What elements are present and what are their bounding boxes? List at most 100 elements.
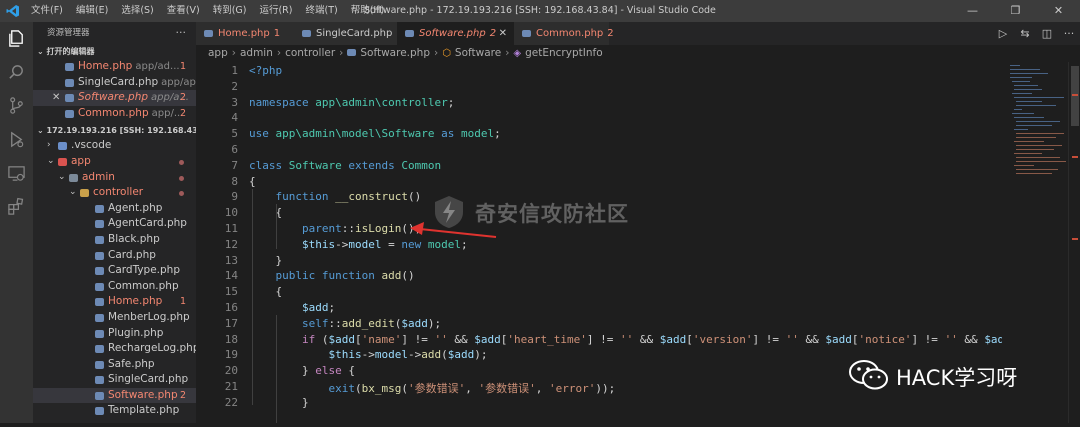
code-token: && [957, 332, 985, 346]
breadcrumb-item[interactable]: controller [285, 47, 335, 59]
folder-icon [58, 157, 67, 166]
breadcrumb-item[interactable]: app [208, 47, 228, 59]
line-number: 3 [231, 95, 238, 109]
file-item[interactable]: AgentCard.php [33, 216, 196, 232]
menu-item[interactable]: 查看(V) [167, 0, 200, 22]
breadcrumb-item[interactable]: admin [240, 47, 273, 59]
problem-count-badge: 2 [179, 92, 186, 104]
file-item[interactable]: SingleCard.php [33, 372, 196, 388]
more-actions-icon[interactable]: ··· [176, 22, 187, 44]
file-item[interactable]: Agent.php [33, 201, 196, 217]
breadcrumb-item[interactable]: Software.php [360, 47, 430, 59]
file-item[interactable]: RechargeLog.php [33, 341, 196, 357]
scrollbar-thumb[interactable] [1071, 66, 1079, 126]
extensions-icon[interactable] [7, 197, 26, 216]
code-token: $add [447, 348, 475, 362]
code-token: = [381, 237, 402, 251]
tab-home-php[interactable]: Home.php 1 [196, 22, 295, 45]
open-editor-item[interactable]: Home.php app/ad... 1 [33, 59, 196, 75]
file-item[interactable]: Card.php [33, 248, 196, 264]
compare-icon[interactable]: ⇆ [1014, 27, 1036, 40]
file-item[interactable]: Software.php 2 [33, 387, 196, 404]
line-number: 11 [224, 222, 238, 235]
file-name: Card.php [108, 248, 156, 261]
open-editor-item[interactable]: Common.php app/... 2 [33, 106, 196, 122]
remote-explorer-icon[interactable] [7, 164, 26, 183]
code-token: ] != [752, 332, 786, 346]
folder-name: app [71, 154, 91, 167]
workspace-label: 172.19.193.216 [SSH: 192.168.43.84] [46, 126, 197, 136]
source-control-icon[interactable] [7, 96, 26, 115]
file-name: Safe.php [108, 357, 155, 370]
error-marker [1072, 238, 1078, 240]
modified-dot [179, 175, 184, 181]
line-number: 14 [224, 269, 238, 283]
file-item[interactable]: CardType.php [33, 263, 196, 279]
file-item[interactable]: Black.php [33, 232, 196, 248]
minimize-button[interactable]: — [951, 0, 994, 22]
workspace-section[interactable]: ⌄ 172.19.193.216 [SSH: 192.168.43.84] [33, 123, 196, 138]
code-token: { [348, 364, 355, 378]
menu-item[interactable]: 文件(F) [31, 0, 63, 22]
line-number: 12 [224, 237, 238, 251]
folder-item[interactable]: ⌄ app [33, 154, 196, 170]
file-item[interactable]: Common.php [33, 279, 196, 295]
close-button[interactable]: ✕ [1037, 0, 1080, 22]
line-number: 18 [224, 332, 238, 346]
file-item[interactable]: Safe.php [33, 357, 196, 373]
line-number: 20 [224, 364, 238, 378]
folder-item[interactable]: ⌄ controller [33, 185, 196, 201]
menu-item[interactable]: 终端(T) [305, 0, 337, 22]
file-item[interactable]: Plugin.php [33, 326, 196, 342]
open-editor-item[interactable]: SingleCard.phpapp/api... [33, 75, 196, 91]
tab-singlecard-php[interactable]: SingleCard.php [294, 22, 398, 45]
code-token: Software [288, 158, 349, 172]
breadcrumb-item[interactable]: Software [455, 47, 501, 59]
tab-common-php[interactable]: Common.php 2 [514, 22, 614, 45]
run-icon[interactable]: ▷ [992, 27, 1014, 40]
php-file-icon [95, 235, 104, 244]
explorer-icon[interactable] [7, 29, 26, 48]
menu-item[interactable]: 选择(S) [121, 0, 153, 22]
line-number: 1 [231, 64, 238, 77]
search-icon[interactable] [7, 63, 26, 82]
breadcrumb-item[interactable]: getEncryptInfo [525, 47, 603, 59]
code-token: '' [434, 332, 448, 346]
menu-item[interactable]: 转到(G) [213, 0, 247, 22]
php-file-icon [95, 376, 104, 385]
menu-item[interactable]: 编辑(E) [76, 0, 108, 22]
file-item[interactable]: Template.php [33, 403, 196, 419]
menu-item[interactable]: 运行(R) [259, 0, 292, 22]
tab-software-php[interactable]: Software.php 2 ✕ [397, 22, 515, 45]
menu-item[interactable]: 帮助(H) [351, 0, 385, 22]
file-path: app/... [151, 107, 184, 119]
folder-item[interactable]: ⌄ admin [33, 170, 196, 186]
problem-count-badge: 1 [179, 61, 186, 72]
code-token: isLogin [354, 222, 402, 235]
open-editor-item[interactable]: ✕ Software.php app/a... 2 [33, 90, 196, 106]
line-number: 7 [231, 158, 238, 172]
method-icon: ◈ [513, 48, 522, 59]
file-name: Home.php app/ad... [78, 59, 180, 75]
code-token: model [374, 348, 408, 362]
close-icon[interactable]: ✕ [499, 22, 507, 45]
code-token: ( [401, 382, 408, 395]
vertical-scrollbar[interactable] [1068, 62, 1080, 423]
line-number: 4 [231, 111, 238, 125]
close-icon[interactable]: ✕ [52, 90, 60, 106]
open-editors-section[interactable]: ⌄ 打开的编辑器 [33, 44, 196, 59]
run-debug-icon[interactable] [7, 130, 26, 149]
file-name: Home.php [108, 295, 163, 308]
code-token: { [249, 285, 283, 299]
php-file-icon [95, 282, 104, 291]
split-editor-icon[interactable]: ◫ [1036, 27, 1058, 40]
code-token: { [249, 206, 283, 220]
folder-item[interactable]: › .vscode [33, 138, 196, 154]
file-item[interactable]: MenberLog.php [33, 310, 196, 326]
file-name: Black.php [108, 232, 160, 245]
restore-button[interactable]: ❐ [994, 0, 1037, 22]
code-line: self::add_edit($add); [249, 317, 441, 330]
watermark-text: HACK学习呀 [896, 366, 1018, 390]
more-actions-icon[interactable]: ··· [1058, 27, 1080, 40]
file-item[interactable]: Home.php 1 [33, 294, 196, 310]
